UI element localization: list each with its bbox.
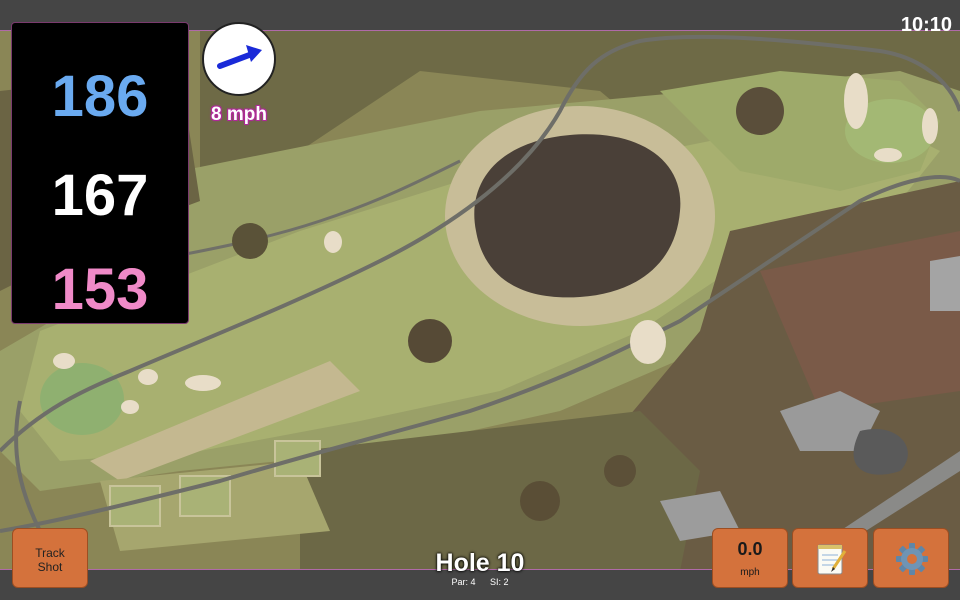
hole-par: Par: 4: [451, 577, 476, 587]
track-shot-button[interactable]: Track Shot: [12, 528, 88, 588]
hole-title: Hole 10: [435, 549, 525, 577]
notepad-icon: [817, 544, 847, 575]
wind-direction-arrow-icon: [217, 45, 262, 69]
wind-speed-label: 8 mph: [211, 104, 267, 125]
speed-value: 0.0: [737, 539, 763, 559]
wind-indicator: [202, 22, 276, 96]
distance-panel: 186 167 153: [11, 22, 189, 324]
front-green-distance: 153: [51, 257, 149, 322]
track-shot-label-line2: Shot: [37, 560, 63, 574]
hole-info: Par: 4 SI: 2: [380, 577, 580, 587]
settings-button[interactable]: [873, 528, 949, 588]
hole-stroke-index: SI: 2: [490, 577, 509, 587]
notes-button[interactable]: [792, 528, 868, 588]
gear-icon: [896, 543, 928, 575]
middle-green-distance: 167: [51, 163, 149, 228]
back-green-distance: 186: [51, 64, 149, 129]
clock: 10:10: [900, 14, 952, 36]
speed-button[interactable]: 0.0 mph: [712, 528, 788, 588]
track-shot-label-line1: Track: [35, 546, 65, 560]
speed-unit: mph: [740, 567, 760, 578]
